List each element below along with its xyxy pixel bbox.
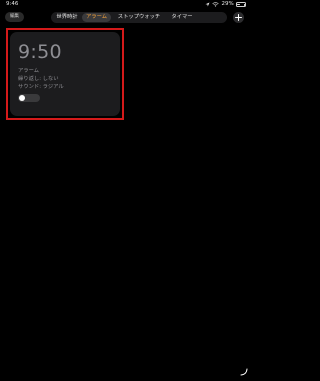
status-time: 9:46 [6,1,19,7]
tab-alarm[interactable]: アラーム [82,13,111,22]
resize-corner-icon [240,368,248,376]
clock-mode-tabs: 世界時計 アラーム ストップウォッチ タイマー [51,12,227,23]
battery-level [237,3,240,6]
status-indicators: 29% [205,1,246,8]
highlight-frame [6,28,124,120]
battery-percent: 29% [221,1,234,7]
add-alarm-button[interactable] [233,12,244,23]
edit-button[interactable]: 編集 [5,12,24,22]
plus-icon [233,12,244,23]
clock-app-screen: 9:46 29% 編集 世界時計 アラーム ストップウォッチ タイマー 9:50… [0,0,250,381]
battery-icon [235,2,246,7]
wifi-icon [212,2,220,7]
tab-timer[interactable]: タイマー [167,13,197,22]
location-icon [205,2,210,7]
tab-stopwatch[interactable]: ストップウォッチ [111,13,167,22]
tab-world-clock[interactable]: 世界時計 [52,13,82,22]
status-bar: 9:46 29% [0,0,250,10]
